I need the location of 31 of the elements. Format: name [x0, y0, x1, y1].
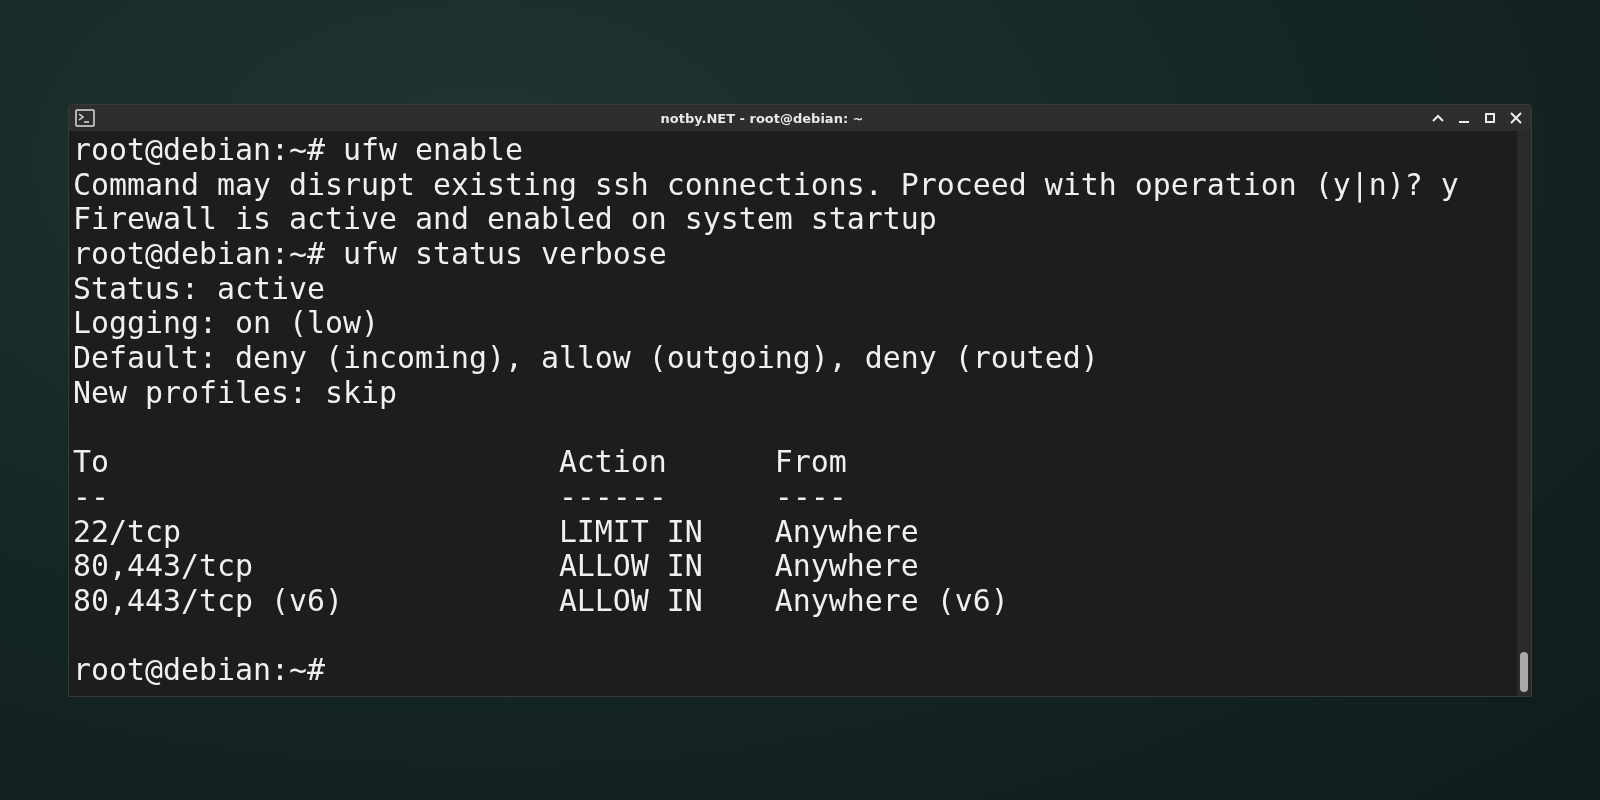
table-cell: Anywhere [774, 514, 919, 550]
table-cell: -- [73, 479, 109, 515]
terminal-line: root@debian:~# ufw status verbose [73, 237, 667, 272]
close-icon[interactable] [1510, 112, 1522, 124]
table-cell: LIMIT IN [558, 514, 703, 550]
terminal-line: Logging: on (low) [73, 306, 379, 342]
window-title: notby.NET - root@debian: ~ [659, 110, 865, 126]
caret-up-icon[interactable] [1432, 114, 1444, 122]
terminal-line: Default: deny (incoming), allow (outgoing), deny (routed) [73, 341, 1099, 376]
table-cell: ALLOW IN [558, 549, 703, 584]
table-cell: 22/tcp [73, 514, 181, 550]
terminal-line: root@debian:~# ufw enable [73, 133, 523, 168]
table-cell: Anywhere (v6) [774, 583, 1009, 619]
table-cell: From [774, 445, 847, 480]
table-cell: Action [558, 445, 667, 480]
scrollbar-thumb[interactable] [1520, 652, 1528, 692]
table-cell: To [73, 445, 109, 480]
table-cell: Anywhere [774, 549, 919, 584]
terminal-line: Command may disrupt existing ssh connections. Proceed with operation (y|n)? y [73, 167, 1459, 203]
terminal-line: Firewall is active and enabled on system startup [73, 202, 937, 238]
table-cell: ------ [558, 479, 667, 515]
table-cell: ALLOW IN [558, 583, 703, 619]
terminal-line: root@debian:~# [73, 653, 325, 688]
table-cell: ---- [774, 479, 847, 515]
terminal-line: Status: active [73, 271, 325, 307]
terminal-line: New profiles: skip [73, 375, 397, 411]
maximize-icon[interactable] [1484, 112, 1496, 124]
table-cell: 80,443/tcp (v6) [73, 583, 343, 619]
scrollbar[interactable] [1517, 131, 1531, 696]
table-cell: 80,443/tcp [73, 549, 253, 584]
terminal-icon [75, 109, 95, 127]
